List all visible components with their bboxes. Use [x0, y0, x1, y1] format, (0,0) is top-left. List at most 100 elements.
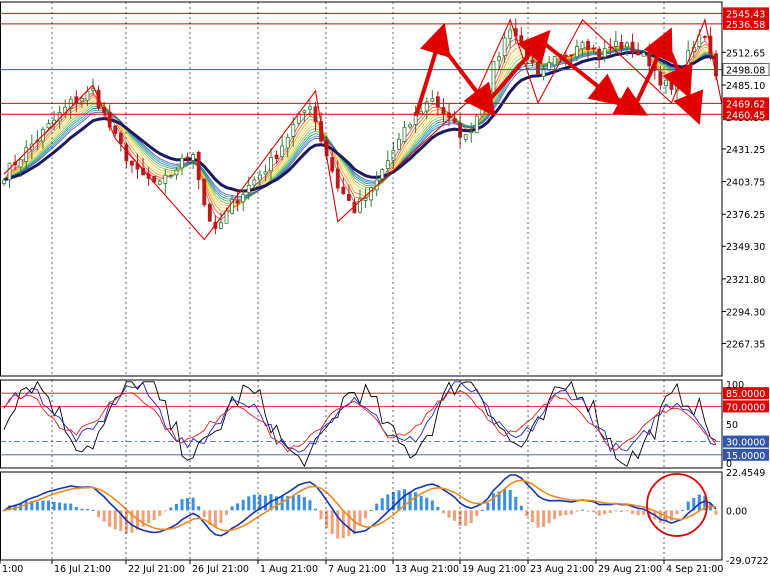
candle-body	[402, 126, 407, 142]
x-tick-label: 22 Jul 21:00	[128, 564, 185, 575]
macd-histogram-bar	[419, 495, 423, 511]
x-tick-label: 23 Aug 21:00	[530, 564, 594, 575]
macd-histogram-bar	[263, 495, 267, 511]
macd-histogram-bar	[180, 499, 184, 511]
macd-tick-label: 22.4549	[726, 468, 765, 479]
macd-histogram-bar	[536, 510, 540, 528]
macd-histogram-bar	[369, 510, 373, 512]
candle-body	[335, 168, 340, 189]
panel-frame	[0, 1, 723, 377]
macd-histogram-bar	[158, 510, 162, 517]
macd-histogram-bar	[553, 510, 557, 519]
macd-histogram-bar	[152, 510, 156, 521]
candle-body	[235, 200, 240, 204]
stoch-level-label: 70.0000	[726, 402, 765, 413]
price-panel	[0, 12, 723, 241]
macd-histogram-bar	[35, 501, 39, 511]
candle-body	[113, 125, 118, 134]
macd-histogram-bar	[414, 492, 418, 511]
candle-body	[441, 106, 446, 115]
macd-histogram-bar	[475, 510, 479, 516]
macd-histogram-bar	[113, 510, 117, 530]
macd-histogram-bar	[147, 510, 151, 524]
candle-body	[363, 198, 368, 201]
candle-body	[291, 124, 296, 137]
candle-body	[430, 98, 435, 102]
candle-body	[385, 160, 390, 169]
macd-histogram-bar	[636, 510, 640, 516]
x-tick-label: 16 Jul 21:00	[54, 564, 111, 575]
stoch-tick-label: 50	[726, 420, 738, 431]
candle-body	[474, 115, 479, 134]
macd-histogram-bar	[453, 510, 457, 521]
candle-body	[575, 46, 579, 58]
macd-histogram-bar	[63, 503, 67, 511]
macd-histogram-bar	[569, 510, 573, 515]
candle-body	[2, 179, 6, 185]
stochastic-line	[3, 390, 717, 453]
macd-tick-label: -29.0722	[726, 556, 769, 567]
macd-histogram-bar	[74, 506, 78, 511]
macd-histogram-bar	[642, 510, 646, 515]
candle-body	[397, 138, 401, 150]
macd-histogram-bar	[586, 510, 590, 512]
macd-histogram-bar	[447, 510, 451, 518]
candle-body	[619, 41, 624, 50]
price-tick-label: 2431.25	[726, 145, 765, 156]
macd-histogram-bar	[308, 500, 312, 511]
macd-histogram-bar	[542, 510, 546, 527]
macd-histogram-bar	[486, 502, 490, 511]
macd-histogram-bar	[603, 510, 607, 515]
macd-histogram-bar	[514, 496, 518, 511]
candle-body	[602, 48, 607, 58]
candle-body	[85, 91, 90, 101]
candle-body	[130, 160, 134, 166]
macd-histogram-bar	[230, 506, 234, 511]
candle-body	[658, 71, 663, 86]
candle-body	[469, 131, 474, 134]
candle-body	[224, 210, 229, 224]
candle-body	[664, 79, 668, 87]
macd-histogram-bar	[24, 501, 28, 511]
macd-histogram-bar	[631, 510, 635, 514]
price-level-label: 2460.45	[726, 110, 765, 121]
chart-root: 2512.652485.102458.302431.252403.752376.…	[0, 0, 770, 575]
candle-body	[168, 175, 173, 178]
macd-histogram-bar	[97, 510, 101, 518]
macd-histogram-bar	[52, 501, 56, 511]
candle-body	[274, 154, 279, 160]
macd-histogram-bar	[714, 510, 718, 515]
macd-histogram-bar	[191, 497, 195, 511]
candle-body	[552, 56, 557, 66]
macd-histogram-bar	[252, 494, 256, 511]
macd-histogram-bar	[558, 510, 562, 516]
macd-histogram-bar	[547, 510, 551, 524]
price-tick-label: 2267.35	[726, 340, 765, 351]
candle-body	[174, 169, 179, 176]
candle-body	[308, 106, 312, 110]
candle-body	[547, 62, 552, 71]
macd-histogram-bar	[41, 500, 45, 511]
macd-histogram-bar	[291, 495, 295, 511]
macd-histogram-bar	[297, 494, 301, 511]
macd-histogram-bar	[58, 502, 62, 511]
candle-body	[46, 123, 51, 129]
candle-body	[285, 137, 290, 149]
candle-body	[163, 174, 168, 184]
macd-histogram-bar	[386, 494, 390, 511]
macd-histogram-bar	[241, 499, 245, 511]
price-level-label: 2536.58	[726, 20, 765, 31]
macd-histogram-bar	[325, 510, 329, 528]
macd-histogram-bar	[686, 501, 690, 511]
chart-canvas: 2512.652485.102458.302431.252403.752376.…	[0, 1, 770, 575]
candle-body	[613, 40, 618, 47]
candle-body	[257, 174, 262, 181]
macd-histogram-bar	[330, 510, 334, 535]
candle-body	[569, 54, 574, 57]
candle-body	[491, 61, 496, 93]
candle-body	[269, 157, 273, 172]
macd-histogram-bar	[364, 510, 368, 519]
candle-body	[380, 169, 385, 180]
price-tick-label: 2294.30	[726, 308, 765, 319]
candle-body	[280, 145, 285, 157]
